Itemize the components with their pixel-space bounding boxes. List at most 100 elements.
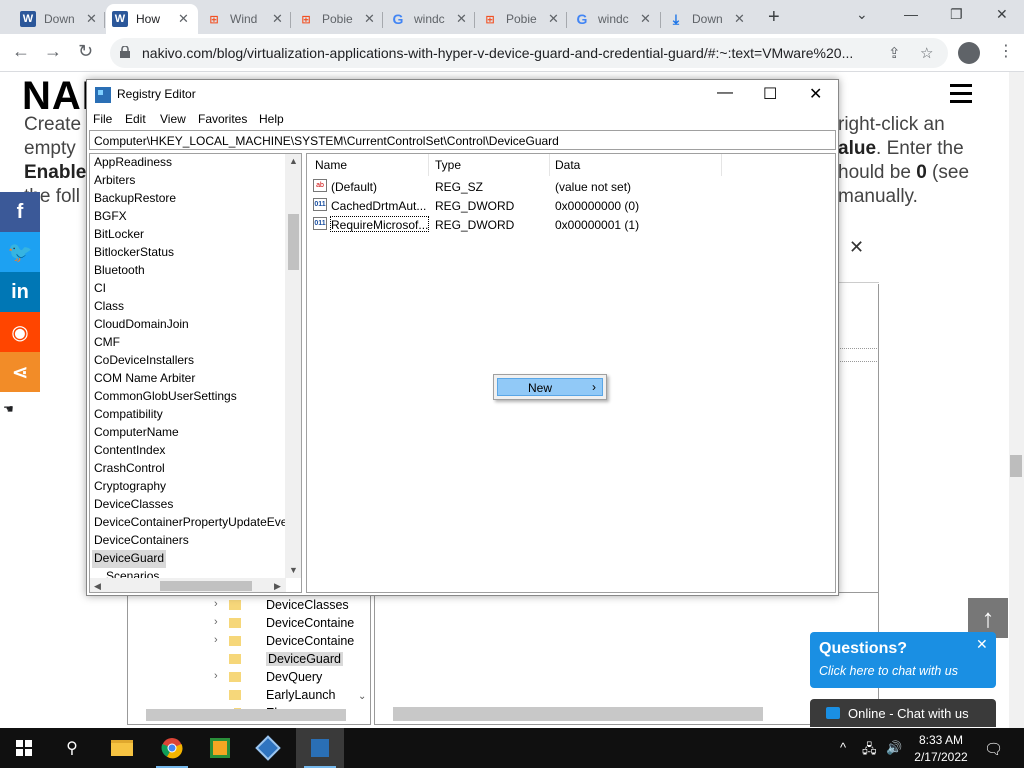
clock-date[interactable]: 2/17/2022 — [910, 750, 972, 764]
tree-key[interactable]: CrashControl — [92, 460, 167, 478]
tree-key-selected[interactable]: DeviceGuard — [92, 550, 167, 568]
share-more-button[interactable]: ⋖ — [0, 352, 40, 392]
clock-time[interactable]: 8:33 AM — [910, 733, 972, 747]
menu-edit[interactable]: Edit — [125, 112, 146, 126]
column-divider[interactable] — [721, 154, 722, 176]
tab-down-2[interactable]: ⤓ Down ✕ — [662, 4, 754, 34]
veeam-button[interactable] — [196, 728, 244, 768]
tree-key[interactable]: Cryptography — [92, 478, 168, 496]
scroll-left-icon[interactable]: ◀ — [94, 581, 101, 592]
close-window-icon[interactable]: ✕ — [996, 6, 1008, 23]
column-header-data[interactable]: Data — [555, 158, 580, 172]
close-tab-icon[interactable]: ✕ — [734, 11, 745, 27]
virtualbox-button[interactable] — [244, 728, 292, 768]
column-divider[interactable] — [428, 154, 429, 176]
tree-key[interactable]: CloudDomainJoin — [92, 316, 191, 334]
chrome-button[interactable] — [148, 728, 196, 768]
close-tab-icon[interactable]: ✕ — [640, 11, 651, 27]
bookmark-star-icon[interactable]: ☆ — [920, 44, 933, 62]
menu-view[interactable]: View — [160, 112, 186, 126]
notifications-icon[interactable]: 🗨 — [984, 740, 1003, 758]
tab-google-1[interactable]: G windc ✕ — [384, 4, 474, 34]
back-icon[interactable]: ← — [12, 41, 30, 62]
maximize-icon[interactable]: ☐ — [763, 84, 777, 104]
close-icon[interactable]: ✕ — [976, 636, 988, 653]
address-bar[interactable]: nakivo.com/blog/virtualization-applicati… — [110, 38, 948, 68]
close-tab-icon[interactable]: ✕ — [548, 11, 559, 27]
column-header-name[interactable]: Name — [315, 158, 347, 172]
tree-key[interactable]: CI — [92, 280, 108, 298]
tree-key[interactable]: Compatibility — [92, 406, 165, 424]
chevron-up-icon[interactable]: ^ — [840, 740, 846, 755]
tree-key[interactable]: Scenarios — [104, 568, 161, 578]
reddit-share-button[interactable]: ◉ — [0, 312, 40, 352]
share-icon[interactable]: ⇪ — [888, 44, 901, 62]
browser-menu-icon[interactable]: ⋮ — [998, 41, 1014, 61]
close-tab-icon[interactable]: ✕ — [456, 11, 467, 27]
scroll-right-icon[interactable]: ▶ — [274, 581, 281, 592]
menu-file[interactable]: File — [93, 112, 112, 126]
tab-pobie-1[interactable]: ⊞ Pobie ✕ — [292, 4, 382, 34]
linkedin-share-button[interactable]: in — [0, 272, 40, 312]
tab-how[interactable]: W How ✕ — [106, 4, 198, 34]
tree-key[interactable]: ComputerName — [92, 424, 181, 442]
page-scrollbar[interactable] — [1009, 72, 1024, 728]
close-tab-icon[interactable]: ✕ — [178, 11, 189, 27]
scroll-down-icon[interactable]: ▼ — [289, 565, 298, 575]
tree-key[interactable]: DeviceContainers — [92, 532, 191, 550]
key-tree-pane[interactable]: AppReadiness Arbiters BackupRestore BGFX… — [89, 153, 302, 593]
menu-favorites[interactable]: Favorites — [198, 112, 247, 126]
start-button[interactable] — [0, 728, 48, 768]
reload-icon[interactable]: ↻ — [78, 41, 93, 62]
tab-wind[interactable]: ⊞ Wind ✕ — [200, 4, 290, 34]
window-title-bar[interactable]: Registry Editor — ☐ ✕ — [87, 80, 838, 109]
forward-icon[interactable]: → — [44, 41, 62, 62]
address-field[interactable]: Computer\HKEY_LOCAL_MACHINE\SYSTEM\Curre… — [89, 130, 836, 150]
registry-editor-taskbar-button[interactable] — [296, 728, 344, 768]
network-icon[interactable]: 🖧 — [862, 740, 877, 762]
facebook-share-button[interactable]: f — [0, 192, 40, 232]
tree-key[interactable]: BGFX — [92, 208, 129, 226]
chat-invite-bubble[interactable]: Questions? Click here to chat with us ✕ — [810, 632, 996, 688]
restore-icon[interactable]: ❐ — [950, 6, 963, 23]
menu-help[interactable]: Help — [259, 112, 284, 126]
tree-key[interactable]: Class — [92, 298, 126, 316]
tree-key[interactable]: CoDeviceInstallers — [92, 352, 196, 370]
tree-key[interactable]: DeviceClasses — [92, 496, 175, 514]
profile-avatar[interactable] — [958, 42, 980, 64]
hamburger-menu-icon[interactable] — [950, 84, 972, 108]
chat-online-bar[interactable]: Online - Chat with us — [810, 699, 996, 727]
page-scrollbar-thumb[interactable] — [1010, 455, 1022, 477]
hide-share-icon[interactable]: ☚ — [3, 402, 14, 416]
volume-icon[interactable]: 🔊 — [886, 740, 902, 756]
close-tab-icon[interactable]: ✕ — [86, 11, 97, 27]
close-icon[interactable]: ✕ — [849, 237, 864, 258]
tree-key[interactable]: ContentIndex — [92, 442, 167, 460]
tree-key[interactable]: CommonGlobUserSettings — [92, 388, 239, 406]
close-tab-icon[interactable]: ✕ — [364, 11, 375, 27]
column-divider[interactable] — [549, 154, 550, 176]
tree-key[interactable]: BitlockerStatus — [92, 244, 176, 262]
tree-key[interactable]: Arbiters — [92, 172, 137, 190]
tab-google-2[interactable]: G windc ✕ — [568, 4, 660, 34]
tree-key[interactable]: Bluetooth — [92, 262, 147, 280]
scroll-up-icon[interactable]: ▲ — [289, 156, 298, 166]
tab-down-1[interactable]: W Down ✕ — [14, 4, 104, 34]
tree-vscroll-thumb[interactable] — [288, 214, 299, 270]
twitter-share-button[interactable]: 🐦 — [0, 232, 40, 272]
tab-pobie-2[interactable]: ⊞ Pobie ✕ — [476, 4, 566, 34]
new-tab-button[interactable]: + — [768, 6, 780, 29]
tab-search-icon[interactable]: ⌄ — [856, 6, 868, 23]
file-explorer-button[interactable] — [98, 728, 146, 768]
tree-key[interactable]: COM Name Arbiter — [92, 370, 197, 388]
tree-key[interactable]: BackupRestore — [92, 190, 178, 208]
tree-key[interactable]: CMF — [92, 334, 122, 352]
column-header-type[interactable]: Type — [435, 158, 461, 172]
search-button[interactable]: ⚲ — [48, 728, 96, 768]
context-menu-new[interactable]: New › — [497, 378, 603, 396]
minimize-icon[interactable]: — — [717, 84, 733, 102]
values-list-pane[interactable]: Name Type Data ab (Default) REG_SZ (valu… — [306, 153, 836, 593]
tree-key[interactable]: AppReadiness — [92, 154, 174, 172]
tree-key[interactable]: DeviceContainerPropertyUpdateEven — [92, 514, 296, 532]
minimize-icon[interactable]: — — [904, 6, 918, 22]
